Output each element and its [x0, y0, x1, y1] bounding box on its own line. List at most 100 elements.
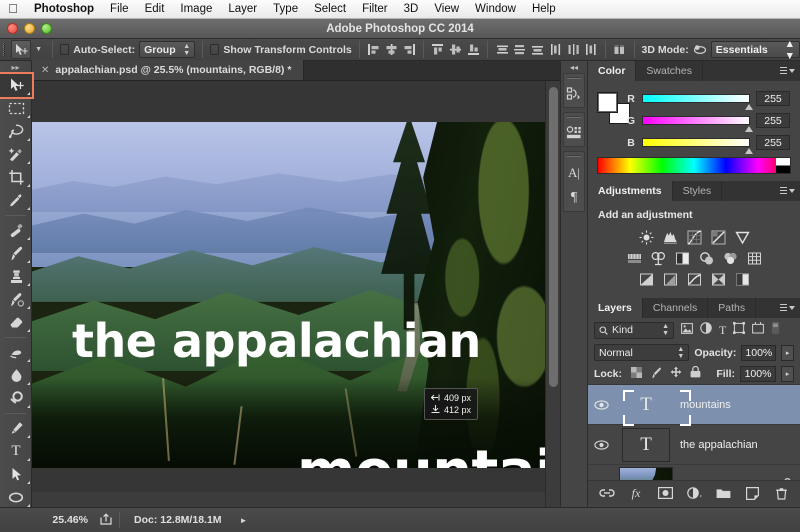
- fill-value[interactable]: 100%: [740, 365, 776, 382]
- tool-preset-caret-icon[interactable]: ▼: [35, 46, 45, 53]
- filter-type-layers-icon[interactable]: T: [719, 321, 726, 339]
- menu-item-window[interactable]: Window: [467, 0, 524, 19]
- lock-all-icon[interactable]: [690, 365, 701, 381]
- dock-grip[interactable]: [564, 113, 584, 120]
- distribute-top-edges-icon[interactable]: [495, 41, 509, 58]
- align-left-edges-icon[interactable]: [367, 41, 381, 58]
- levels-icon[interactable]: [661, 229, 679, 246]
- exposure-icon[interactable]: [709, 229, 727, 246]
- red-slider[interactable]: [642, 94, 753, 110]
- path-selection-tool[interactable]: [0, 463, 32, 486]
- link-layers-icon[interactable]: [599, 485, 615, 501]
- distribute-vertical-centers-icon[interactable]: [513, 41, 527, 58]
- layer-visibility-toggle[interactable]: [588, 439, 614, 450]
- fill-slider-arrow-icon[interactable]: ▸: [781, 365, 794, 382]
- quick-selection-tool[interactable]: [0, 143, 32, 166]
- menu-item-help[interactable]: Help: [524, 0, 564, 19]
- new-group-icon[interactable]: [715, 485, 731, 501]
- slider-thumb[interactable]: [745, 104, 753, 110]
- blue-slider[interactable]: [642, 138, 753, 154]
- menu-item-type[interactable]: Type: [265, 0, 306, 19]
- filter-smart-objects-icon[interactable]: [752, 320, 765, 339]
- panel-menu-icon[interactable]: [780, 67, 795, 74]
- lock-image-pixels-icon[interactable]: [650, 367, 662, 381]
- dock-grip[interactable]: [564, 152, 584, 159]
- auto-align-layers-icon[interactable]: [613, 41, 627, 58]
- zoom-level[interactable]: 25.46%: [32, 514, 94, 526]
- document-tab[interactable]: ✕ appalachian.psd @ 25.5% (mountains, RG…: [32, 60, 305, 80]
- filter-adjustment-layers-icon[interactable]: [700, 321, 712, 339]
- expand-arrow-icon[interactable]: ►: [222, 516, 248, 525]
- posterize-icon[interactable]: [661, 271, 679, 288]
- new-layer-icon[interactable]: [744, 485, 760, 501]
- tab-paths[interactable]: Paths: [708, 298, 757, 318]
- green-value[interactable]: 255: [756, 113, 790, 128]
- apple-logo-icon[interactable]: : [0, 2, 26, 17]
- menu-item-file[interactable]: File: [102, 0, 137, 19]
- text-layer-mountains[interactable]: mountains: [297, 444, 545, 469]
- brush-tool[interactable]: [0, 242, 32, 265]
- layer-thumbnail[interactable]: T: [614, 427, 678, 462]
- black-white-icon[interactable]: [673, 250, 691, 267]
- foreground-color-swatch[interactable]: [597, 92, 618, 113]
- channel-mixer-icon[interactable]: [721, 250, 739, 267]
- filter-shape-layers-icon[interactable]: [733, 321, 746, 339]
- tab-styles[interactable]: Styles: [673, 181, 723, 201]
- properties-panel-icon[interactable]: [564, 120, 584, 146]
- invert-icon[interactable]: [637, 271, 655, 288]
- character-panel-icon[interactable]: A|: [564, 159, 584, 185]
- rectangular-marquee-tool[interactable]: [0, 97, 32, 120]
- selective-color-icon[interactable]: [709, 271, 727, 288]
- layer-row-the-appalachian[interactable]: T the appalachian: [588, 425, 800, 465]
- add-layer-style-icon[interactable]: fx: [628, 485, 644, 501]
- clone-stamp-tool[interactable]: [0, 265, 32, 288]
- tab-channels[interactable]: Channels: [643, 298, 709, 318]
- add-layer-mask-icon[interactable]: [657, 485, 673, 501]
- lock-position-icon[interactable]: [670, 366, 682, 381]
- layer-filter-kind-dropdown[interactable]: Kind ▲ ▼: [594, 321, 674, 339]
- menu-item-filter[interactable]: Filter: [354, 0, 396, 19]
- color-balance-icon[interactable]: [649, 250, 667, 267]
- menu-item-3d[interactable]: 3D: [396, 0, 427, 19]
- slider-thumb[interactable]: [745, 126, 753, 132]
- layer-row-mountains[interactable]: T mountains: [588, 385, 800, 426]
- red-value[interactable]: 255: [756, 91, 790, 106]
- gradient-tool[interactable]: [0, 341, 32, 364]
- workspace-dropdown[interactable]: Essentials ▲ ▼: [710, 38, 800, 62]
- ellipse-tool[interactable]: [0, 486, 32, 509]
- tab-color[interactable]: Color: [588, 61, 637, 81]
- canvas-vertical-scrollbar[interactable]: [545, 81, 560, 507]
- panel-menu-icon[interactable]: [780, 187, 795, 194]
- lasso-tool[interactable]: [0, 120, 32, 143]
- dodge-tool[interactable]: [0, 387, 32, 410]
- eraser-tool[interactable]: [0, 311, 32, 334]
- pen-tool[interactable]: [0, 417, 32, 440]
- filter-pixel-layers-icon[interactable]: [681, 321, 693, 339]
- auto-select-scope-dropdown[interactable]: Group ▲ ▼: [139, 41, 196, 58]
- align-top-edges-icon[interactable]: [431, 41, 445, 58]
- delete-layer-icon[interactable]: [773, 485, 789, 501]
- text-layer-the-appalachian[interactable]: the appalachian: [72, 318, 481, 364]
- crop-tool[interactable]: [0, 166, 32, 189]
- align-right-edges-icon[interactable]: [402, 41, 416, 58]
- scrollbar-thumb[interactable]: [549, 87, 558, 387]
- curves-icon[interactable]: [685, 229, 703, 246]
- menu-item-layer[interactable]: Layer: [220, 0, 265, 19]
- expand-panels-icon[interactable]: ◂◂: [561, 61, 587, 73]
- orbit-3d-icon[interactable]: [693, 41, 707, 58]
- align-vertical-centers-icon[interactable]: [449, 41, 463, 58]
- menu-item-view[interactable]: View: [426, 0, 467, 19]
- color-spectrum-ramp[interactable]: [597, 157, 791, 174]
- horizontal-type-tool[interactable]: T: [0, 440, 32, 463]
- gradient-map-icon[interactable]: [733, 271, 751, 288]
- menu-item-photoshop[interactable]: Photoshop: [26, 0, 102, 19]
- distribute-left-edges-icon[interactable]: [549, 41, 563, 58]
- layer-name-mountains[interactable]: mountains: [678, 399, 774, 411]
- eyedropper-tool[interactable]: [0, 189, 32, 212]
- history-brush-tool[interactable]: [0, 288, 32, 311]
- green-slider[interactable]: [642, 116, 753, 132]
- threshold-icon[interactable]: [685, 271, 703, 288]
- spot-healing-brush-tool[interactable]: [0, 219, 32, 242]
- color-lookup-icon[interactable]: [745, 250, 763, 267]
- dock-grip[interactable]: [564, 74, 584, 81]
